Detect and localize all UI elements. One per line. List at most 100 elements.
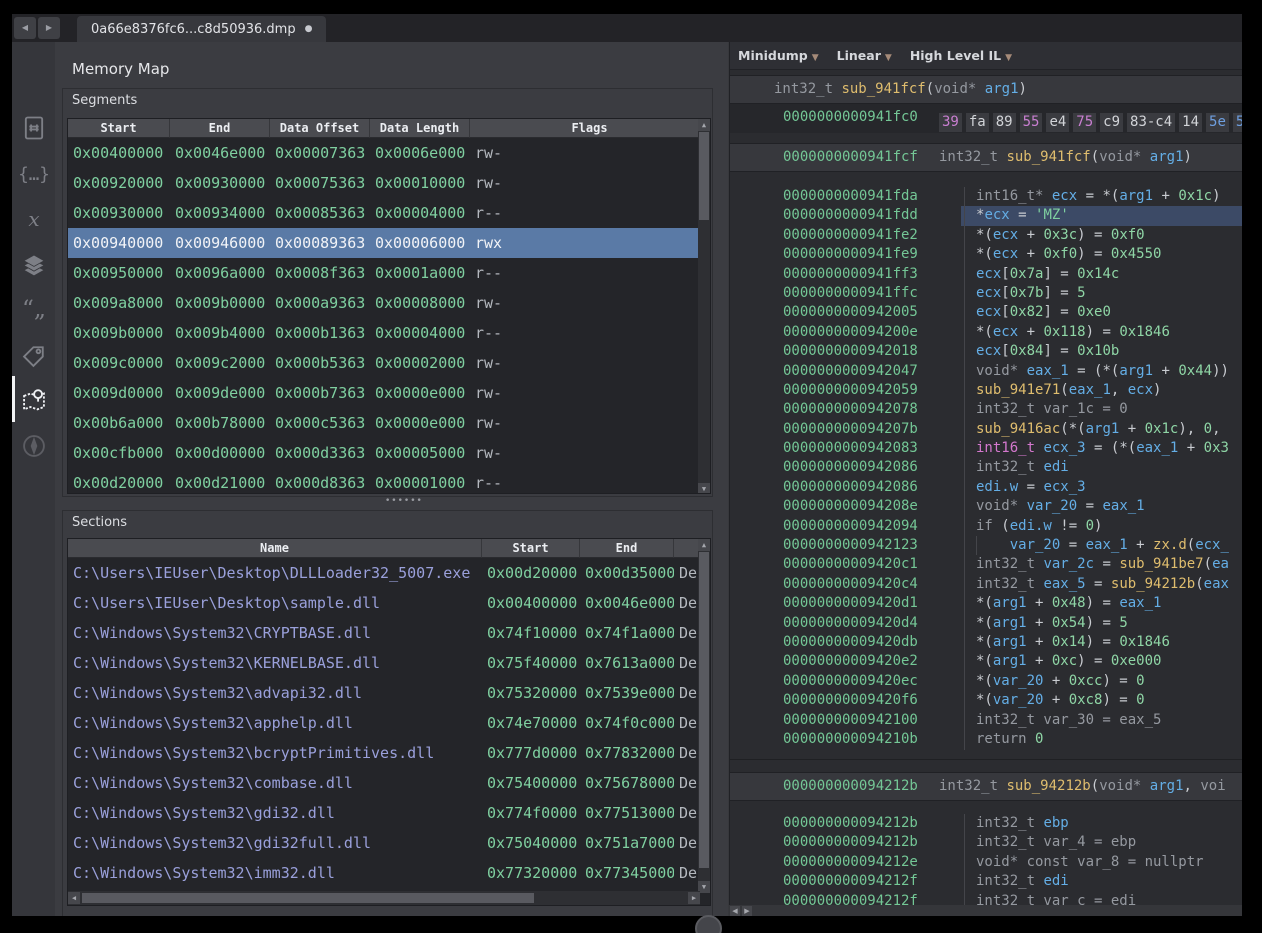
- section-row[interactable]: C:\Windows\System32\combase.dll0x7540000…: [68, 768, 710, 798]
- code-line[interactable]: 000000000094208evoid* var_20 = eax_1: [730, 497, 1243, 516]
- cell: 0x0000e000: [370, 408, 470, 438]
- scroll-right-button[interactable]: ▶: [742, 906, 752, 916]
- section-row[interactable]: C:\Windows\System32\apphelp.dll0x74e7000…: [68, 708, 710, 738]
- code-line[interactable]: 00000000009420d4*(arg1 + 0x54) = 5: [730, 614, 1243, 633]
- column-header[interactable]: Start: [482, 539, 580, 558]
- cell: 0x009b0000: [68, 318, 170, 348]
- code-line[interactable]: 0000000000942094if (edi.w != 0): [730, 517, 1243, 536]
- code-line[interactable]: 00000000009420e2*(arg1 + 0xc) = 0xe000: [730, 652, 1243, 671]
- memory-map-icon[interactable]: [18, 384, 50, 416]
- scroll-left-button[interactable]: ◀: [68, 892, 80, 904]
- section-row[interactable]: C:\Windows\System32\KERNELBASE.dll0x75f4…: [68, 648, 710, 678]
- column-header[interactable]: Name: [68, 539, 482, 558]
- segments-vertical-scrollbar[interactable]: ▲ ▼: [698, 119, 710, 494]
- code-line[interactable]: 000000000094212bint32_t var_4 = ebp: [730, 833, 1243, 852]
- code-line[interactable]: 0000000000941ff3ecx[0x7a] = 0x14c: [730, 265, 1243, 284]
- scroll-down-button[interactable]: ▼: [698, 483, 710, 494]
- code-line[interactable]: 00000000009420c4int32_t eax_5 = sub_9421…: [730, 575, 1243, 594]
- code-line[interactable]: 00000000009420ec*(var_20 + 0xcc) = 0: [730, 672, 1243, 691]
- il-level-dropdown[interactable]: High Level IL▼: [910, 48, 1012, 63]
- function-header-band[interactable]: 000000000094212bint32_t sub_94212b(void*…: [730, 772, 1243, 801]
- segment-row[interactable]: 0x009200000x009300000x000753630x00010000…: [68, 168, 710, 198]
- column-header[interactable]: Flags: [470, 119, 710, 138]
- symbols-icon[interactable]: [18, 112, 50, 144]
- code-line[interactable]: 0000000000942100int32_t var_30 = eax_5: [730, 711, 1243, 730]
- segment-row[interactable]: 0x00b6a0000x00b780000x000c53630x0000e000…: [68, 408, 710, 438]
- code-line[interactable]: 0000000000941fe2*(ecx + 0x3c) = 0xf0: [730, 226, 1243, 245]
- column-header[interactable]: Data Offset: [270, 119, 370, 138]
- code-line[interactable]: 000000000094212evoid* const var_8 = null…: [730, 853, 1243, 872]
- code-line[interactable]: 0000000000942059sub_941e71(eax_1, ecx): [730, 381, 1243, 400]
- section-row[interactable]: C:\Windows\System32\advapi32.dll0x753200…: [68, 678, 710, 708]
- segment-row[interactable]: 0x009500000x0096a0000x0008f3630x0001a000…: [68, 258, 710, 288]
- code-line[interactable]: 0000000000942018ecx[0x84] = 0x10b: [730, 342, 1243, 361]
- code-line[interactable]: 000000000094212bint32_t ebp: [730, 814, 1243, 833]
- function-header-band[interactable]: int32_t sub_941fcf(void* arg1): [730, 75, 1243, 104]
- segment-row[interactable]: 0x009300000x009340000x000853630x00004000…: [68, 198, 710, 228]
- code-line[interactable]: 0000000000942047void* eax_1 = (*(arg1 + …: [730, 362, 1243, 381]
- scroll-right-button[interactable]: ▶: [688, 892, 700, 904]
- scrollbar-thumb[interactable]: [699, 552, 709, 868]
- horizontal-splitter-handle[interactable]: ••••••: [385, 499, 423, 503]
- column-header[interactable]: Start: [68, 119, 170, 138]
- linear-disassembly-view[interactable]: int32_t sub_941fcf(void* arg1)0000000000…: [730, 70, 1243, 916]
- segment-row[interactable]: 0x00d200000x00d210000x000d83630x00001000…: [68, 468, 710, 494]
- segment-row[interactable]: 0x009400000x009460000x000893630x00006000…: [68, 228, 710, 258]
- scroll-up-button[interactable]: ▲: [698, 119, 710, 131]
- code-line[interactable]: 0000000000942078int32_t var_1c = 0: [730, 400, 1243, 419]
- hex-bytes-row[interactable]: 0000000000941fc039fa8955e475c983-c4145e5: [730, 104, 1243, 133]
- code-line[interactable]: 00000000009420d1*(arg1 + 0x48) = eax_1: [730, 594, 1243, 613]
- code-line[interactable]: 0000000000942005ecx[0x82] = 0xe0: [730, 303, 1243, 322]
- code-line[interactable]: 00000000009420f6*(var_20 + 0xc8) = 0: [730, 691, 1243, 710]
- section-row[interactable]: C:\Windows\System32\gdi32.dll0x774f00000…: [68, 798, 710, 828]
- section-row[interactable]: C:\Windows\System32\gdi32full.dll0x75040…: [68, 828, 710, 858]
- scrollbar-thumb[interactable]: [699, 132, 709, 220]
- nav-back-button[interactable]: ◀: [14, 17, 36, 39]
- scroll-left-button[interactable]: ◀: [730, 906, 740, 916]
- segment-row[interactable]: 0x009d00000x009de0000x000b73630x0000e000…: [68, 378, 710, 408]
- code-line[interactable]: 000000000094200e*(ecx + 0x118) = 0x1846: [730, 323, 1243, 342]
- tags-icon[interactable]: [18, 340, 50, 372]
- section-row[interactable]: C:\Users\IEUser\Desktop\DLLLoader32_5007…: [68, 558, 710, 588]
- code-line[interactable]: 00000000009420db*(arg1 + 0x14) = 0x1846: [730, 633, 1243, 652]
- sections-horizontal-scrollbar[interactable]: ◀ ▶: [68, 891, 700, 905]
- find-icon[interactable]: [18, 430, 50, 462]
- column-header[interactable]: End: [170, 119, 270, 138]
- scroll-up-button[interactable]: ▲: [698, 539, 710, 551]
- scrollbar-thumb[interactable]: [82, 893, 534, 903]
- types-icon[interactable]: {…}: [18, 158, 50, 190]
- view-type-dropdown[interactable]: Minidump▼: [738, 48, 819, 63]
- code-line[interactable]: 00000000009420c1int32_t var_2c = sub_941…: [730, 555, 1243, 574]
- code-line[interactable]: 0000000000942123 var_20 = eax_1 + zx.d(e…: [730, 536, 1243, 555]
- code-line[interactable]: 0000000000941fdd*ecx = 'MZ': [730, 206, 1243, 225]
- code-line[interactable]: 0000000000942086edi.w = ecx_3: [730, 478, 1243, 497]
- tab-dump-file[interactable]: 0a66e8376fc6...c8d50936.dmp ●: [77, 16, 326, 42]
- segment-row[interactable]: 0x009b00000x009b40000x000b13630x00004000…: [68, 318, 710, 348]
- code-line[interactable]: 0000000000941fdaint16_t* ecx = *(arg1 + …: [730, 187, 1243, 206]
- code-line[interactable]: 0000000000942083int16_t ecx_3 = (*(eax_1…: [730, 439, 1243, 458]
- segment-row[interactable]: 0x009c00000x009c20000x000b53630x00002000…: [68, 348, 710, 378]
- stack-icon[interactable]: [18, 250, 50, 282]
- section-row[interactable]: C:\Windows\System32\CRYPTBASE.dll0x74f10…: [68, 618, 710, 648]
- cross-references-icon[interactable]: x: [18, 204, 50, 236]
- code-line[interactable]: 000000000094212fint32_t edi: [730, 872, 1243, 891]
- column-header[interactable]: Data Length: [370, 119, 470, 138]
- layout-dropdown[interactable]: Linear▼: [837, 48, 892, 63]
- segment-row[interactable]: 0x009a80000x009b00000x000a93630x00008000…: [68, 288, 710, 318]
- address: 00000000009420e2: [783, 652, 918, 671]
- code-line[interactable]: 0000000000942086int32_t edi: [730, 458, 1243, 477]
- code-line[interactable]: 0000000000941ffcecx[0x7b] = 5: [730, 284, 1243, 303]
- segment-row[interactable]: 0x00cfb0000x00d000000x000d33630x00005000…: [68, 438, 710, 468]
- sections-vertical-scrollbar[interactable]: ▲ ▼: [698, 539, 710, 893]
- column-header[interactable]: End: [580, 539, 674, 558]
- section-row[interactable]: C:\Windows\System32\bcryptPrimitives.dll…: [68, 738, 710, 768]
- code-line[interactable]: 0000000000941fe9*(ecx + 0xf0) = 0x4550: [730, 245, 1243, 264]
- segment-row[interactable]: 0x004000000x0046e0000x000073630x0006e000…: [68, 138, 710, 168]
- section-row[interactable]: C:\Windows\System32\imm32.dll0x773200000…: [68, 858, 710, 888]
- code-line[interactable]: 000000000094207bsub_9416ac(*(arg1 + 0x1c…: [730, 420, 1243, 439]
- function-signature-band[interactable]: 0000000000941fcfint32_t sub_941fcf(void*…: [730, 143, 1243, 172]
- strings-icon[interactable]: “„: [18, 296, 50, 328]
- code-line[interactable]: 000000000094210breturn 0: [730, 730, 1243, 749]
- nav-forward-button[interactable]: ▶: [38, 17, 60, 39]
- section-row[interactable]: C:\Users\IEUser\Desktop\sample.dll0x0040…: [68, 588, 710, 618]
